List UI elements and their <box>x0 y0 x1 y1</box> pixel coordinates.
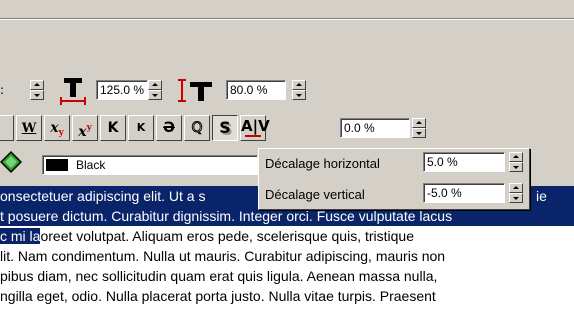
all-caps-button[interactable]: K <box>100 115 126 141</box>
font-size-spinner[interactable] <box>30 80 44 100</box>
partial-button[interactable] <box>0 115 14 141</box>
vertical-scale-spinner[interactable] <box>292 80 306 100</box>
text-line-5: pibus diam, nec sollicitudin quam erat q… <box>0 268 438 284</box>
text-run: oreet volutpat. Aliquam eros pede, scele… <box>40 228 414 244</box>
selected-text: c mi la <box>0 228 41 244</box>
horizontal-offset-field[interactable]: 5.0 % <box>423 152 505 172</box>
color-name: Black <box>76 158 106 172</box>
horizontal-offset-label: Décalage horizontal <box>265 156 380 171</box>
button-glyph: S <box>219 118 231 137</box>
spin-up-button[interactable] <box>148 80 162 90</box>
selected-text: onsectetuer adipiscing elit. Ut a s <box>0 188 206 204</box>
button-glyph: K <box>136 121 146 134</box>
text-line-3: c mi laoreet volutpat. Aliquam eros pede… <box>0 226 414 246</box>
color-dropdown[interactable]: Black <box>42 155 258 175</box>
top-toolbar-band <box>0 0 574 18</box>
spin-down-button[interactable] <box>148 90 162 100</box>
tracking-button[interactable]: A|V <box>240 115 270 141</box>
spin-down-button[interactable] <box>509 162 523 172</box>
spin-up-button[interactable] <box>509 183 523 193</box>
spin-up-button[interactable] <box>509 152 523 162</box>
subscript-marker-icon: y <box>58 128 64 138</box>
tracking-arrow-icon <box>245 135 261 137</box>
spin-down-button[interactable] <box>30 90 44 100</box>
button-glyph: W <box>21 121 37 136</box>
horizontal-scale-icon <box>60 78 86 105</box>
word-underline-button[interactable]: W <box>16 115 42 141</box>
font-size-prefix: : <box>0 83 5 97</box>
button-glyph: A|V <box>241 117 270 135</box>
horizontal-scale-field[interactable]: 125.0 % <box>96 80 148 100</box>
superscript-marker-icon: y <box>86 123 92 133</box>
text-line-4: lit. Nam condimentum. Nulla ut mauris. C… <box>0 248 446 264</box>
button-glyph: K <box>107 120 119 136</box>
small-caps-button[interactable]: K <box>128 115 154 141</box>
button-glyph: x <box>50 120 59 136</box>
superscript-button[interactable]: xy <box>72 115 98 141</box>
tracking-field[interactable]: 0.0 % <box>340 118 410 138</box>
button-glyph: x <box>78 124 87 140</box>
selected-text: ie <box>536 188 547 204</box>
vertical-scale-field[interactable]: 80.0 % <box>226 80 286 100</box>
vertical-offset-label: Décalage vertical <box>265 187 365 202</box>
color-swatch <box>46 159 68 171</box>
fill-color-icon <box>0 150 22 174</box>
button-glyph: Ə <box>163 120 175 136</box>
spin-up-button[interactable] <box>412 118 426 128</box>
horizontal-scale-spinner[interactable] <box>148 80 162 100</box>
spin-down-button[interactable] <box>412 128 426 138</box>
outline-button[interactable]: Q <box>184 115 210 141</box>
vertical-offset-spinner[interactable] <box>509 183 523 203</box>
vertical-offset-field[interactable]: -5.0 % <box>423 183 505 203</box>
shadow-button[interactable]: S <box>212 115 238 141</box>
vertical-scale-icon <box>178 79 212 102</box>
spin-up-button[interactable] <box>30 80 44 90</box>
button-glyph: Q <box>191 120 203 137</box>
text-line-6: ngilla eget, odio. Nulla placerat porta … <box>0 288 436 304</box>
spin-up-button[interactable] <box>292 80 306 90</box>
horizontal-offset-spinner[interactable] <box>509 152 523 172</box>
offset-popup: Décalage horizontal 5.0 % Décalage verti… <box>258 148 530 210</box>
subscript-button[interactable]: xy <box>44 115 70 141</box>
spin-down-button[interactable] <box>292 90 306 100</box>
strikethrough-button[interactable]: Ə <box>156 115 182 141</box>
spin-down-button[interactable] <box>509 193 523 203</box>
tracking-spinner[interactable] <box>412 118 426 138</box>
